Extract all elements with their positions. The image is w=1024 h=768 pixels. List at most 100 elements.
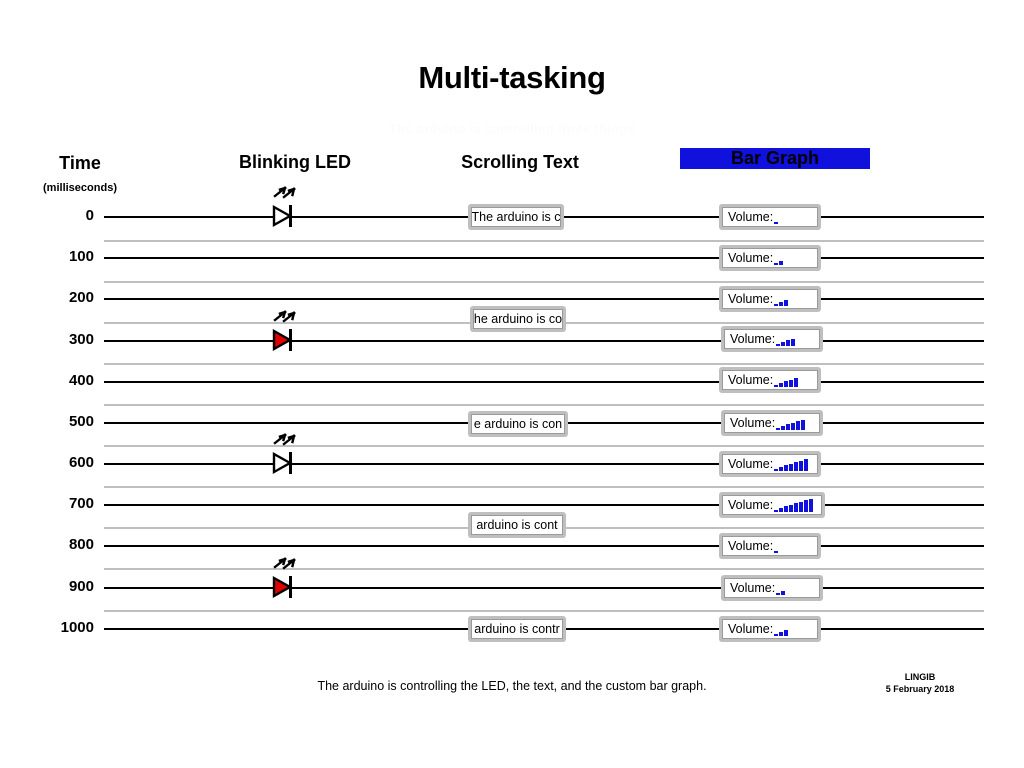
volume-label: Volume: <box>728 457 774 471</box>
timeline-row-label: 800 <box>68 536 94 553</box>
volume-bar-segment <box>799 501 804 512</box>
timeline-row-label: 300 <box>68 331 94 348</box>
scrolling-text-value: he arduino is co <box>473 309 563 329</box>
volume-bar-segment <box>791 338 796 346</box>
scrolling-text-display: he arduino is co <box>470 306 566 332</box>
volume-bar-segment <box>794 503 799 512</box>
bar-graph-display: Volume: <box>719 204 821 230</box>
volume-bar-segment <box>784 381 789 387</box>
timeline-major-line <box>104 463 984 465</box>
bar-graph-content: Volume: <box>724 329 820 349</box>
volume-bar-segment <box>784 630 789 636</box>
volume-bars <box>774 540 779 553</box>
volume-bar-segment <box>776 427 781 430</box>
bar-graph-display: Volume: <box>719 451 821 477</box>
volume-bar-segment <box>774 303 779 306</box>
led-icon-on <box>265 555 321 599</box>
timeline-row-label: 700 <box>68 495 94 512</box>
volume-label: Volume: <box>728 251 774 265</box>
volume-bars <box>774 293 789 306</box>
volume-bar-segment <box>781 341 786 346</box>
timeline-major-line <box>104 504 984 506</box>
column-header-scrolling-text: Scrolling Text <box>461 152 579 172</box>
timeline-row-label: 0 <box>85 207 94 224</box>
volume-label: Volume: <box>728 539 774 553</box>
bar-graph-content: Volume: <box>722 289 818 309</box>
column-header-time: Time <box>59 153 101 173</box>
bar-graph-content: Volume: <box>722 495 822 515</box>
volume-bar-segment <box>789 463 794 471</box>
slide-canvas: Multi-tasking The arduino is controlling… <box>0 0 1024 768</box>
scrolling-text-value: The arduino is c <box>471 207 561 227</box>
timeline-row-label: 200 <box>68 289 94 306</box>
timeline-minor-line <box>104 281 984 283</box>
volume-bar-segment <box>784 300 789 306</box>
volume-bar-segment <box>804 459 809 471</box>
led-icon-off <box>265 431 321 475</box>
scrolling-text-value: e arduino is con <box>471 414 565 434</box>
scrolling-text-display: arduino is cont <box>468 512 566 538</box>
author-signature: LINGIB <box>904 672 936 682</box>
volume-bar-segment <box>774 550 779 553</box>
led-icon-off <box>265 184 321 228</box>
volume-bar-segment <box>789 379 794 387</box>
bar-graph-content: Volume: <box>722 454 818 474</box>
bar-graph-content: Volume: <box>722 619 818 639</box>
bar-graph-content: Volume: <box>722 370 818 390</box>
signature-date: 5 February 2018 <box>885 684 955 694</box>
bar-graph-content: Volume: <box>722 248 818 268</box>
volume-bar-segment <box>786 424 791 430</box>
volume-label: Volume: <box>730 581 776 595</box>
volume-bar-segment <box>784 465 789 471</box>
timeline-minor-line <box>104 610 984 612</box>
volume-bars <box>776 417 806 430</box>
volume-label: Volume: <box>728 292 774 306</box>
bar-graph-content: Volume: <box>724 413 820 433</box>
volume-bar-segment <box>779 466 784 471</box>
timeline-major-line <box>104 545 984 547</box>
timeline-major-line <box>104 257 984 259</box>
volume-bars <box>774 498 814 512</box>
bar-graph-content: Volume: <box>722 207 818 227</box>
timeline-major-line <box>104 381 984 383</box>
timeline-major-line <box>104 340 984 342</box>
bar-graph-content: Volume: <box>724 578 820 598</box>
column-header-bar-graph: Bar Graph <box>680 148 870 169</box>
bar-graph-display: Volume: <box>721 326 823 352</box>
volume-bar-segment <box>774 633 779 636</box>
scrolling-text-display: The arduino is c <box>468 204 564 230</box>
led-icon-on <box>265 308 321 352</box>
timeline-row-label: 600 <box>68 454 94 471</box>
volume-bar-segment <box>786 340 791 346</box>
volume-bar-segment <box>774 509 779 512</box>
timeline-row-label: 900 <box>68 578 94 595</box>
timeline-row-label: 100 <box>68 248 94 265</box>
volume-bar-segment <box>779 260 784 265</box>
bar-graph-display: Volume: <box>721 410 823 436</box>
timeline-row-label: 500 <box>68 413 94 430</box>
timeline-major-line <box>104 587 984 589</box>
scrolling-text-display: arduino is contr <box>468 616 566 642</box>
volume-bars <box>774 374 799 387</box>
volume-bars <box>774 252 784 265</box>
page-title: Multi-tasking <box>418 60 606 95</box>
volume-bar-segment <box>774 468 779 471</box>
volume-label: Volume: <box>730 332 776 346</box>
scrolling-text-value: arduino is cont <box>471 515 563 535</box>
volume-bar-segment <box>781 425 786 430</box>
volume-bar-segment <box>809 498 814 512</box>
volume-bar-segment <box>799 460 804 471</box>
volume-bar-segment <box>776 592 781 595</box>
timeline-minor-line <box>104 568 984 570</box>
volume-label: Volume: <box>730 416 776 430</box>
timeline-row-label: 400 <box>68 372 94 389</box>
volume-bar-segment <box>779 507 784 512</box>
timeline-minor-line <box>104 404 984 406</box>
bar-graph-display: Volume: <box>719 492 825 518</box>
bar-graph-display: Volume: <box>719 533 821 559</box>
volume-bar-segment <box>804 500 809 512</box>
volume-label: Volume: <box>728 373 774 387</box>
volume-bars <box>774 458 809 471</box>
volume-bar-segment <box>776 343 781 346</box>
volume-bar-segment <box>784 506 789 512</box>
